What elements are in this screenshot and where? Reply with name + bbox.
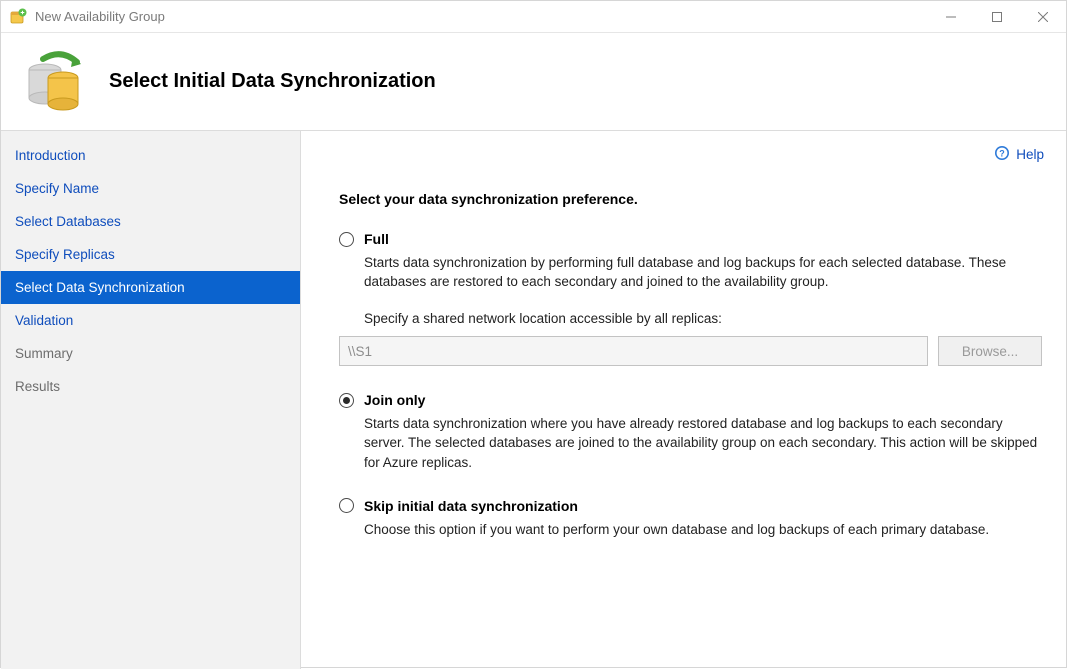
option-full-desc: Starts data synchronization by performin… (364, 253, 1042, 291)
nav-label: Select Data Synchronization (15, 280, 185, 295)
nav-label: Introduction (15, 148, 86, 163)
window-title: New Availability Group (35, 9, 928, 24)
nav-validation[interactable]: Validation (1, 304, 300, 337)
nav-results[interactable]: Results (1, 370, 300, 403)
nav-introduction[interactable]: Introduction (1, 139, 300, 172)
option-skip-desc: Choose this option if you want to perfor… (364, 520, 1042, 539)
nav-label: Specify Name (15, 181, 99, 196)
option-skip-title: Skip initial data synchronization (364, 498, 578, 514)
radio-full[interactable] (339, 232, 354, 247)
window-controls (928, 1, 1066, 32)
help-label: Help (1016, 147, 1044, 162)
help-icon: ? (994, 145, 1010, 164)
radio-join-only[interactable] (339, 393, 354, 408)
minimize-button[interactable] (928, 1, 974, 32)
option-full-title: Full (364, 231, 389, 247)
nav-label: Specify Replicas (15, 247, 115, 262)
close-button[interactable] (1020, 1, 1066, 32)
wizard-sidebar: Introduction Specify Name Select Databas… (1, 131, 301, 669)
option-join-only: Join only Starts data synchronization wh… (339, 392, 1042, 471)
option-join-desc: Starts data synchronization where you ha… (364, 414, 1042, 471)
share-location-label: Specify a shared network location access… (364, 311, 1042, 326)
radio-skip[interactable] (339, 498, 354, 513)
option-full: Full Starts data synchronization by perf… (339, 231, 1042, 366)
nav-select-data-sync[interactable]: Select Data Synchronization (1, 271, 300, 304)
page-header: Select Initial Data Synchronization (1, 33, 1066, 131)
app-icon (9, 8, 27, 26)
page-title: Select Initial Data Synchronization (109, 70, 436, 93)
help-link[interactable]: ? Help (994, 145, 1044, 164)
option-join-title: Join only (364, 392, 425, 408)
section-heading: Select your data synchronization prefere… (339, 191, 1042, 207)
database-sync-icon (21, 50, 93, 114)
nav-label: Results (15, 379, 60, 394)
nav-label: Select Databases (15, 214, 121, 229)
titlebar: New Availability Group (1, 1, 1066, 33)
nav-summary[interactable]: Summary (1, 337, 300, 370)
share-location-input[interactable] (339, 336, 928, 366)
nav-label: Summary (15, 346, 73, 361)
wizard-content: ? Help Select your data synchronization … (301, 131, 1066, 669)
nav-specify-name[interactable]: Specify Name (1, 172, 300, 205)
browse-button[interactable]: Browse... (938, 336, 1042, 366)
svg-text:?: ? (999, 148, 1005, 158)
nav-select-databases[interactable]: Select Databases (1, 205, 300, 238)
nav-specify-replicas[interactable]: Specify Replicas (1, 238, 300, 271)
maximize-button[interactable] (974, 1, 1020, 32)
nav-label: Validation (15, 313, 73, 328)
option-skip: Skip initial data synchronization Choose… (339, 498, 1042, 539)
